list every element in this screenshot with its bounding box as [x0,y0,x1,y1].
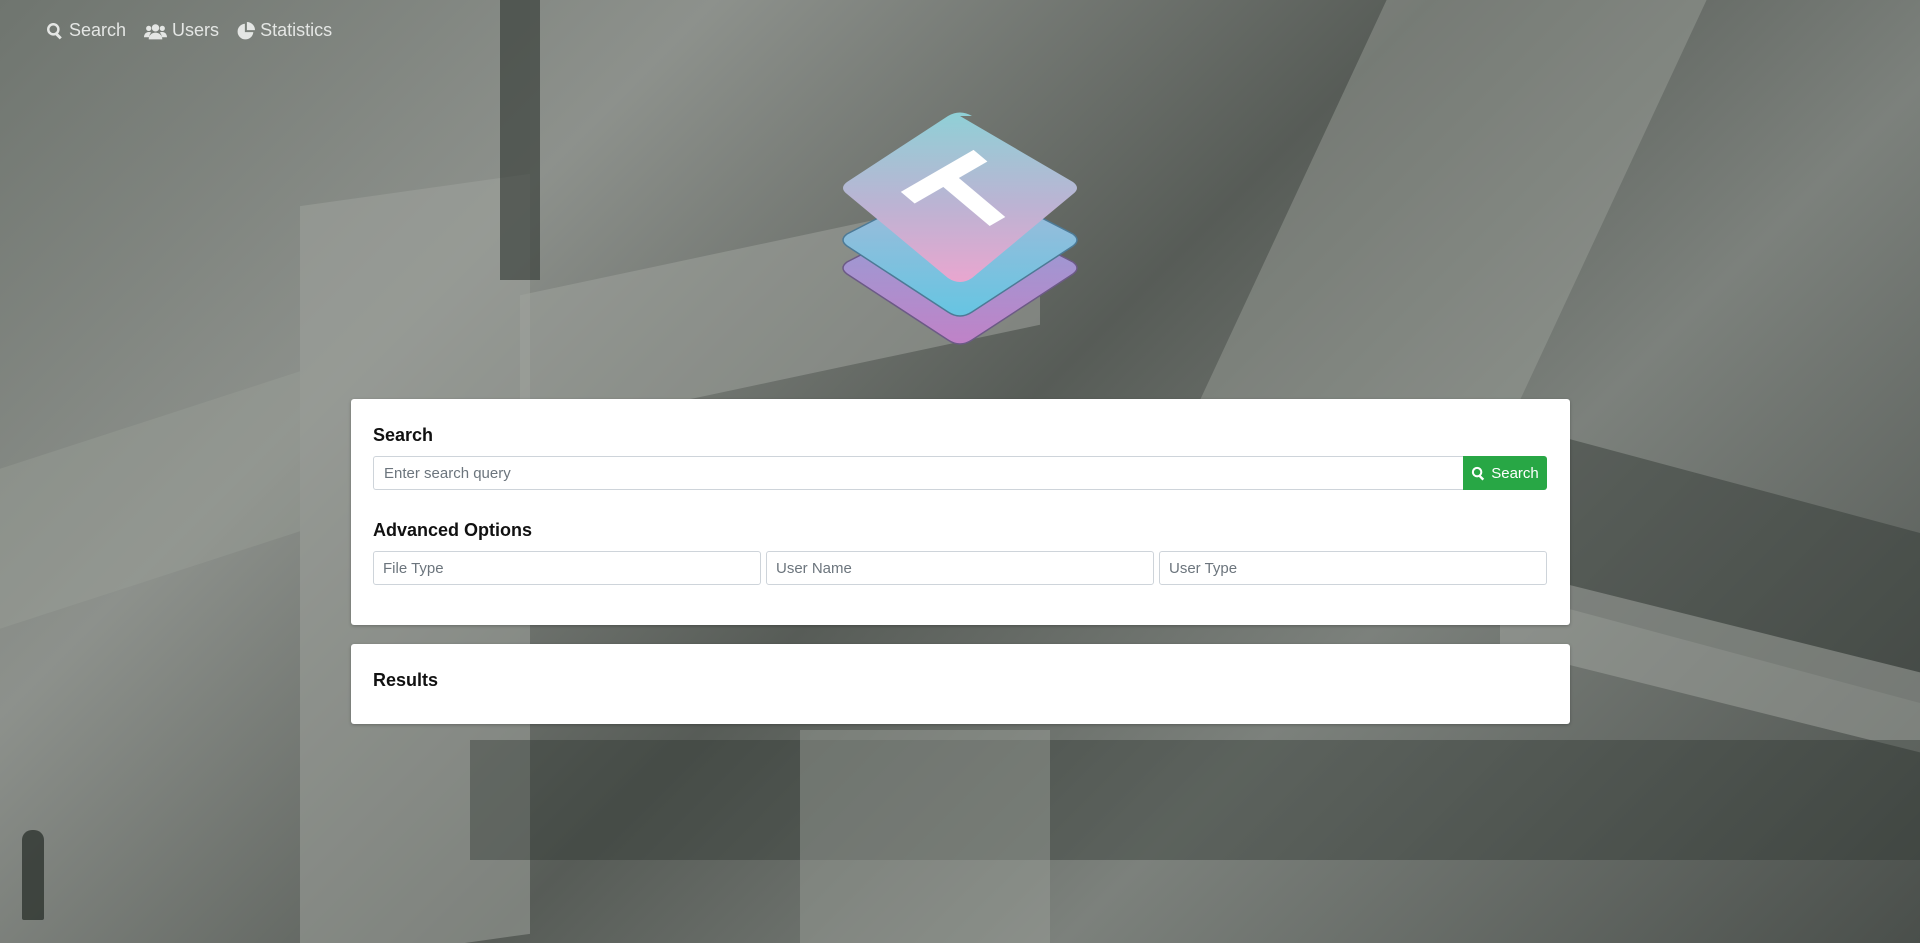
nav-search[interactable]: Search [46,20,126,41]
search-button-label: Search [1491,464,1539,482]
file-type-field[interactable] [373,551,761,585]
nav-users[interactable]: Users [144,20,219,41]
top-nav: Search Users Statistics [46,20,332,41]
advanced-options-title: Advanced Options [373,520,533,540]
search-form: Search [373,456,1547,490]
results-card: Results [351,644,1570,724]
results-title: Results [373,670,439,690]
users-icon [144,23,168,39]
nav-search-label: Search [69,20,127,40]
search-icon [1472,466,1485,480]
user-type-field[interactable] [1159,551,1547,585]
pie-chart-icon [237,21,256,39]
search-input[interactable] [373,456,1463,490]
search-card: Search Search Advanced Options [351,399,1570,625]
search-button[interactable]: Search [1463,456,1547,490]
nav-users-label: Users [172,20,220,40]
search-title: Search [373,425,434,445]
nav-statistics[interactable]: Statistics [237,20,332,41]
advanced-options-fields [373,551,1547,585]
search-icon [47,22,62,39]
user-name-field[interactable] [766,551,1154,585]
app-logo [835,112,1085,352]
nav-statistics-label: Statistics [260,20,333,40]
